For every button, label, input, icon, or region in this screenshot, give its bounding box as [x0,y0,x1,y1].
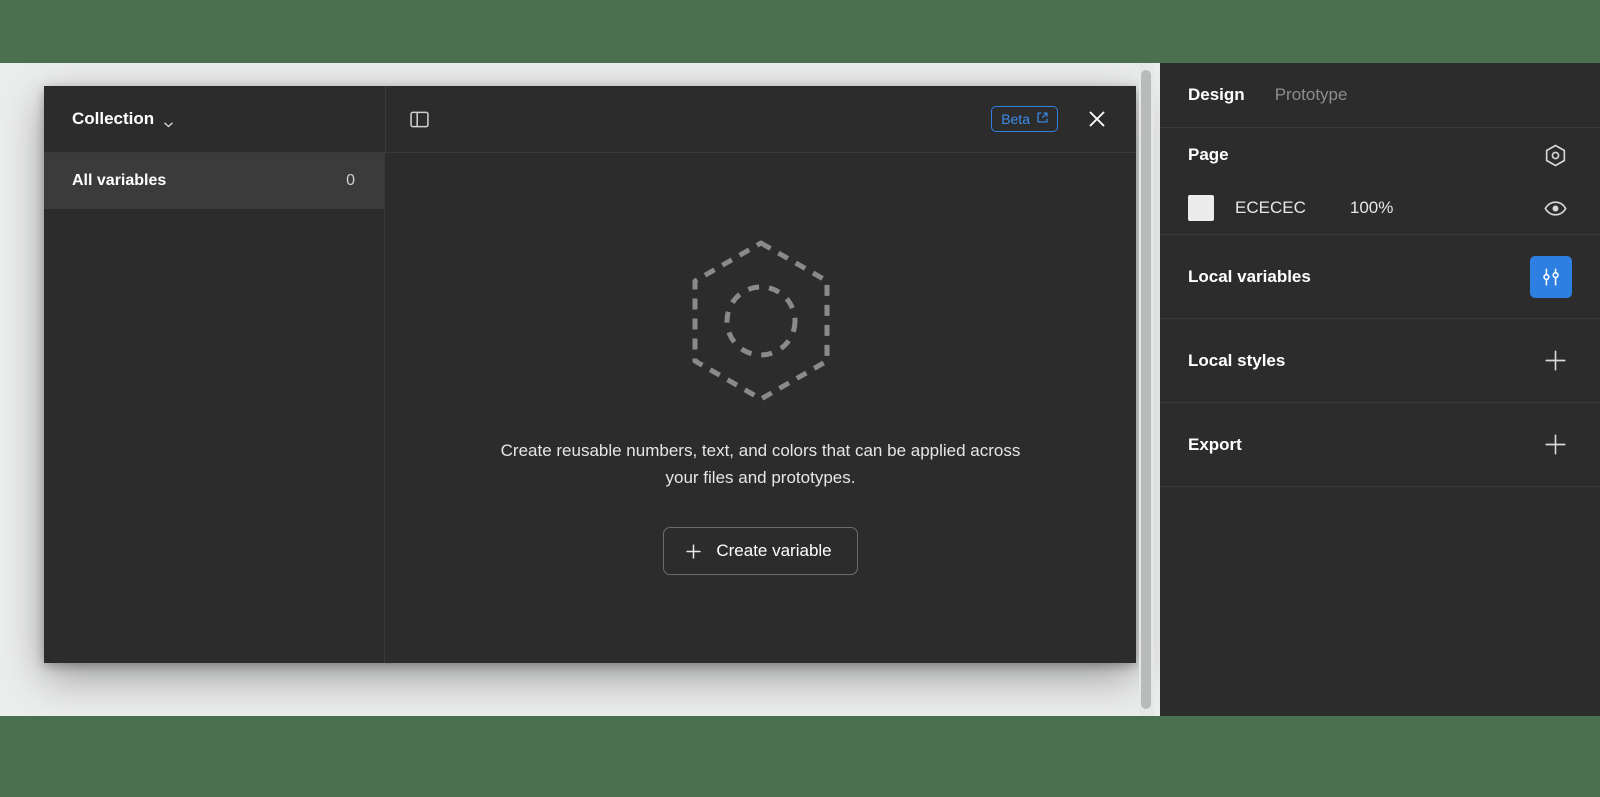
empty-state-description: Create reusable numbers, text, and color… [500,441,1021,487]
section-local-styles-title: Local styles [1188,350,1286,370]
variables-hexagon-icon[interactable] [1538,138,1572,172]
chevron-down-icon [163,115,174,127]
collection-dropdown[interactable]: Collection [72,109,174,129]
section-local-variables: Local variables [1160,235,1600,319]
variables-modal-header-left: Collection [44,86,385,153]
beta-badge[interactable]: Beta [991,106,1058,132]
section-export: Export [1160,403,1600,487]
plus-icon[interactable] [1538,344,1572,378]
section-export-header: Export [1188,403,1572,486]
external-link-icon [1036,111,1049,127]
section-local-variables-header: Local variables [1188,235,1572,318]
dashed-hexagon-variable-icon [688,239,834,403]
sliders-tune-icon[interactable] [1530,255,1572,298]
variables-modal-header: Collection Beta [44,86,1136,153]
variables-sidebar: All variables 0 [44,153,385,663]
section-local-variables-title: Local variables [1188,266,1311,286]
collection-label: Collection [72,109,155,128]
variables-empty-state: Create reusable numbers, text, and color… [385,153,1136,663]
variables-modal: Collection Beta All variables 0 Create r… [44,86,1136,663]
open-local-variables-button[interactable] [1530,255,1572,298]
section-export-title: Export [1188,434,1242,454]
tab-prototype[interactable]: Prototype [1275,85,1348,105]
plus-icon [685,543,702,560]
panel-tabs: Design Prototype [1160,63,1600,128]
variables-modal-body: All variables 0 Create reusable numbers,… [44,153,1136,663]
sidebar-item-all-variables[interactable]: All variables 0 [44,153,384,209]
page-color-swatch[interactable] [1188,195,1214,221]
page-color-hex[interactable]: ECECEC [1235,198,1306,218]
section-page-header: Page [1188,128,1572,182]
panel-layout-icon[interactable] [402,102,436,136]
section-page: Page ECECEC 100% [1160,128,1600,235]
sidebar-item-label: All variables [72,172,167,189]
tab-design[interactable]: Design [1188,85,1245,105]
canvas-vertical-scrollbar-thumb[interactable] [1141,70,1151,709]
beta-label: Beta [1001,111,1030,127]
app-window: Collection Beta All variables 0 Create r… [0,0,1600,797]
section-local-styles: Local styles [1160,319,1600,403]
close-icon[interactable] [1080,102,1114,136]
variables-modal-header-right: Beta [385,86,1136,153]
eye-icon[interactable] [1538,191,1572,225]
right-properties-panel: Design Prototype Page ECECEC 100% Local … [1160,63,1600,716]
page-fill-row: ECECEC 100% [1188,182,1572,234]
sidebar-item-count: 0 [346,172,355,189]
create-variable-label: Create variable [716,541,832,560]
create-variable-button[interactable]: Create variable [663,527,858,575]
section-page-title: Page [1188,145,1229,164]
section-local-styles-header: Local styles [1188,319,1572,402]
page-color-opacity[interactable]: 100% [1350,198,1393,218]
plus-icon[interactable] [1538,428,1572,462]
